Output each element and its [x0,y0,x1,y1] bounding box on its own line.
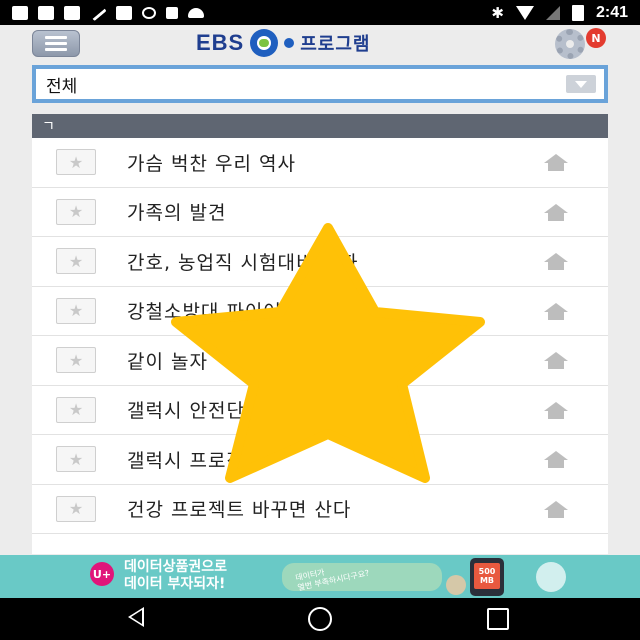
favorite-star-icon[interactable]: ★ [56,248,96,275]
list-item[interactable]: ★ 갤럭시 프로젝트 [32,435,608,485]
favorite-star-icon[interactable]: ★ [56,495,96,522]
dot-icon [284,38,295,48]
back-icon[interactable] [128,607,144,627]
no-signal-icon [545,5,560,20]
list-item[interactable]: ★ 갤럭시 안전단 [32,386,608,435]
home-icon[interactable] [542,449,570,469]
facebook-icon [38,5,54,20]
list-item[interactable]: ★ 가족의 발견 [32,188,608,237]
home-nav-icon[interactable] [308,607,332,631]
ad-decoration [446,575,466,595]
app-header: EBS 프로그램 [0,25,640,61]
android-icon [188,7,204,18]
facebook-icon [12,5,28,20]
list-item[interactable]: ★ 간호, 농업직 시험대비 강좌 [32,237,608,287]
wifi-icon [515,5,534,20]
favorite-star-icon[interactable]: ★ [56,347,96,374]
list-item[interactable]: ★ 같이 놀자 [32,336,608,386]
hamburger-icon [45,36,67,39]
wrench-icon [89,4,107,21]
lguplus-logo-icon: U+ [90,562,114,586]
home-icon[interactable] [542,499,570,519]
category-select[interactable]: 전체 [36,69,604,99]
program-title[interactable]: 건강 프로젝트 바꾸면 산다 [127,495,351,522]
facebook-icon [64,5,80,20]
list-item[interactable]: ★ 건강 프로젝트 바꾸면 산다 [32,485,608,534]
favorite-star-icon[interactable]: ★ [56,149,96,176]
notification-badge: N [586,28,606,48]
home-icon[interactable] [542,202,570,222]
recent-apps-icon[interactable] [487,608,509,630]
system-nav-bar [0,598,640,640]
home-icon[interactable] [542,152,570,172]
battery-icon [571,4,584,21]
favorite-star-icon[interactable]: ★ [56,396,96,423]
program-title[interactable]: 간호, 농업직 시험대비 강좌 [127,248,358,275]
status-bar: ✱ 2:41 [0,0,640,25]
favorite-star-icon[interactable]: ★ [56,198,96,225]
logo-text: EBS [196,30,245,55]
favorite-star-icon[interactable]: ★ [56,446,96,473]
list-item[interactable]: ★ 강철소방대 파이어로보 [32,287,608,336]
page-title: 프로그램 [300,34,371,55]
sync-icon [142,6,156,19]
program-title[interactable]: 가슴 벅찬 우리 역사 [127,149,296,176]
ad-data-amount: 500 MB [478,567,496,585]
notification-icons [12,4,204,21]
ad-decoration [536,562,566,592]
list-item[interactable]: ★ 가슴 벅찬 우리 역사 [32,138,608,188]
category-filter[interactable]: 전체 [32,65,608,103]
home-icon[interactable] [542,251,570,271]
section-header: ㄱ [32,114,608,138]
category-selected-value: 전체 [46,76,78,97]
settings-gear-icon[interactable] [555,29,585,59]
facebook-icon [116,5,132,20]
program-title[interactable]: 가족의 발견 [127,198,226,225]
ad-banner[interactable]: U+ 데이터상품권으로 데이터 부자되자! 데이터가 열번 부족하시다구요? 5… [0,555,640,598]
favorite-star-icon[interactable]: ★ [56,297,96,324]
program-title[interactable]: 갤럭시 안전단 [127,396,245,423]
chevron-down-icon[interactable] [566,75,596,93]
bluetooth-icon: ✱ [491,3,504,22]
program-list: ㄱ ★ 가슴 벅찬 우리 역사 ★ 가족의 발견 ★ 간호, 농업직 시험대비 … [32,114,608,554]
clock: 2:41 [595,3,628,21]
menu-button[interactable] [32,30,80,57]
home-icon[interactable] [542,350,570,370]
lock-icon [166,6,178,19]
program-title[interactable]: 갤럭시 프로젝트 [127,446,263,473]
program-title[interactable]: 같이 놀자 [127,347,208,374]
ad-headline: 데이터상품권으로 데이터 부자되자! [124,559,228,592]
home-icon[interactable] [542,400,570,420]
program-title[interactable]: 강철소방대 파이어로보 [127,297,319,324]
ebs-logo: EBS 프로그램 [196,29,371,57]
ebs-circle-icon [250,29,279,57]
home-icon[interactable] [542,301,570,321]
